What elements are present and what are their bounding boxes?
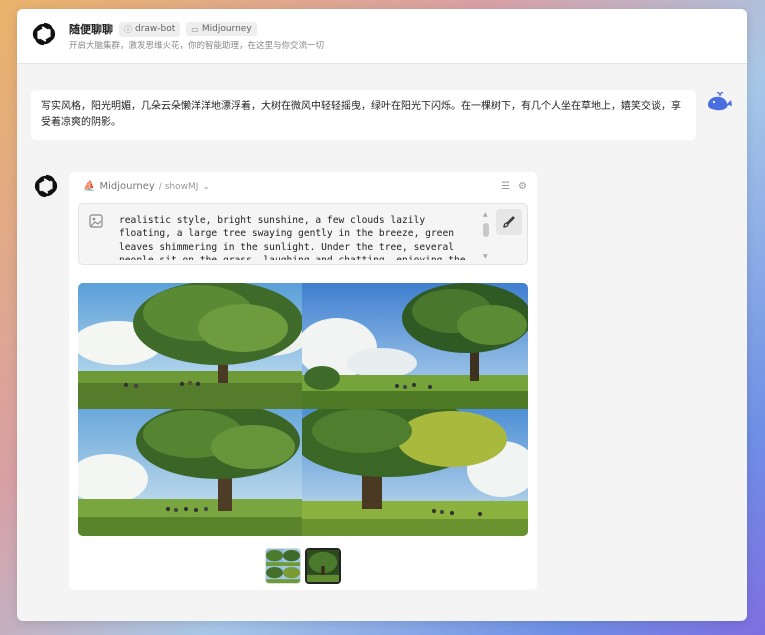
prompt-box: realistic style, bright sunshine, a few … — [78, 203, 528, 265]
plugin-sub: / showMJ — [158, 181, 199, 192]
thumbnail-2[interactable] — [305, 548, 341, 584]
gear-icon[interactable]: ⚙ — [518, 181, 527, 192]
tag-draw-bot[interactable]: ⓘ draw-bot — [119, 21, 181, 37]
chat-subtitle: 开启大脑集群，激发思维火花，你的智能助理，在这里与你交流一切 — [69, 41, 325, 51]
prompt-scrollbar[interactable]: ▲ ▼ — [483, 211, 489, 260]
chevron-down-icon: ⌄ — [202, 181, 210, 192]
generated-image-4[interactable] — [302, 409, 528, 536]
chat-window: 随便聊聊 ⓘ draw-bot ▭ Midjourney 开启大脑集群，激发思维… — [17, 9, 747, 621]
generated-image-3[interactable] — [78, 409, 302, 536]
sailboat-icon: ⛵ — [83, 181, 96, 192]
scroll-thumb[interactable] — [483, 223, 489, 237]
scroll-down-icon[interactable]: ▼ — [483, 253, 488, 260]
card-tools: ☰ ⚙ — [501, 181, 527, 192]
openai-logo-icon — [32, 22, 56, 46]
info-icon: ⓘ — [124, 24, 132, 34]
bot-message-card: ⛵ Midjourney / showMJ ⌄ ☰ ⚙ realistic st… — [69, 172, 537, 590]
generated-image-1[interactable] — [78, 283, 302, 409]
window-icon: ▭ — [191, 24, 199, 34]
brush-button[interactable] — [496, 209, 522, 235]
thumbnail-1[interactable] — [265, 548, 301, 584]
prompt-text[interactable]: realistic style, bright sunshine, a few … — [119, 214, 479, 260]
brush-icon — [503, 216, 515, 228]
generated-image-2[interactable] — [302, 283, 528, 409]
tag-label: Midjourney — [201, 24, 252, 34]
scroll-up-icon[interactable]: ▲ — [483, 211, 488, 218]
tag-midjourney[interactable]: ▭ Midjourney — [186, 22, 257, 36]
generated-image-grid[interactable] — [78, 283, 528, 536]
bot-avatar-icon — [34, 174, 58, 198]
plugin-selector[interactable]: ⛵ Midjourney / showMJ ⌄ — [83, 181, 210, 192]
tag-label: draw-bot — [135, 24, 176, 34]
header-title-row: 随便聊聊 ⓘ draw-bot ▭ Midjourney — [69, 21, 257, 37]
plugin-name: Midjourney — [99, 181, 155, 192]
whale-icon — [708, 92, 732, 111]
image-icon — [89, 214, 103, 228]
chat-header: 随便聊聊 ⓘ draw-bot ▭ Midjourney 开启大脑集群，激发思维… — [17, 9, 747, 64]
chat-title: 随便聊聊 — [69, 23, 113, 36]
image-thumbnails — [265, 548, 341, 584]
list-icon[interactable]: ☰ — [501, 181, 510, 192]
user-message: 写实风格，阳光明媚，几朵云朵懒洋洋地漂浮着，大树在微风中轻轻摇曳，绿叶在阳光下闪… — [31, 90, 696, 140]
